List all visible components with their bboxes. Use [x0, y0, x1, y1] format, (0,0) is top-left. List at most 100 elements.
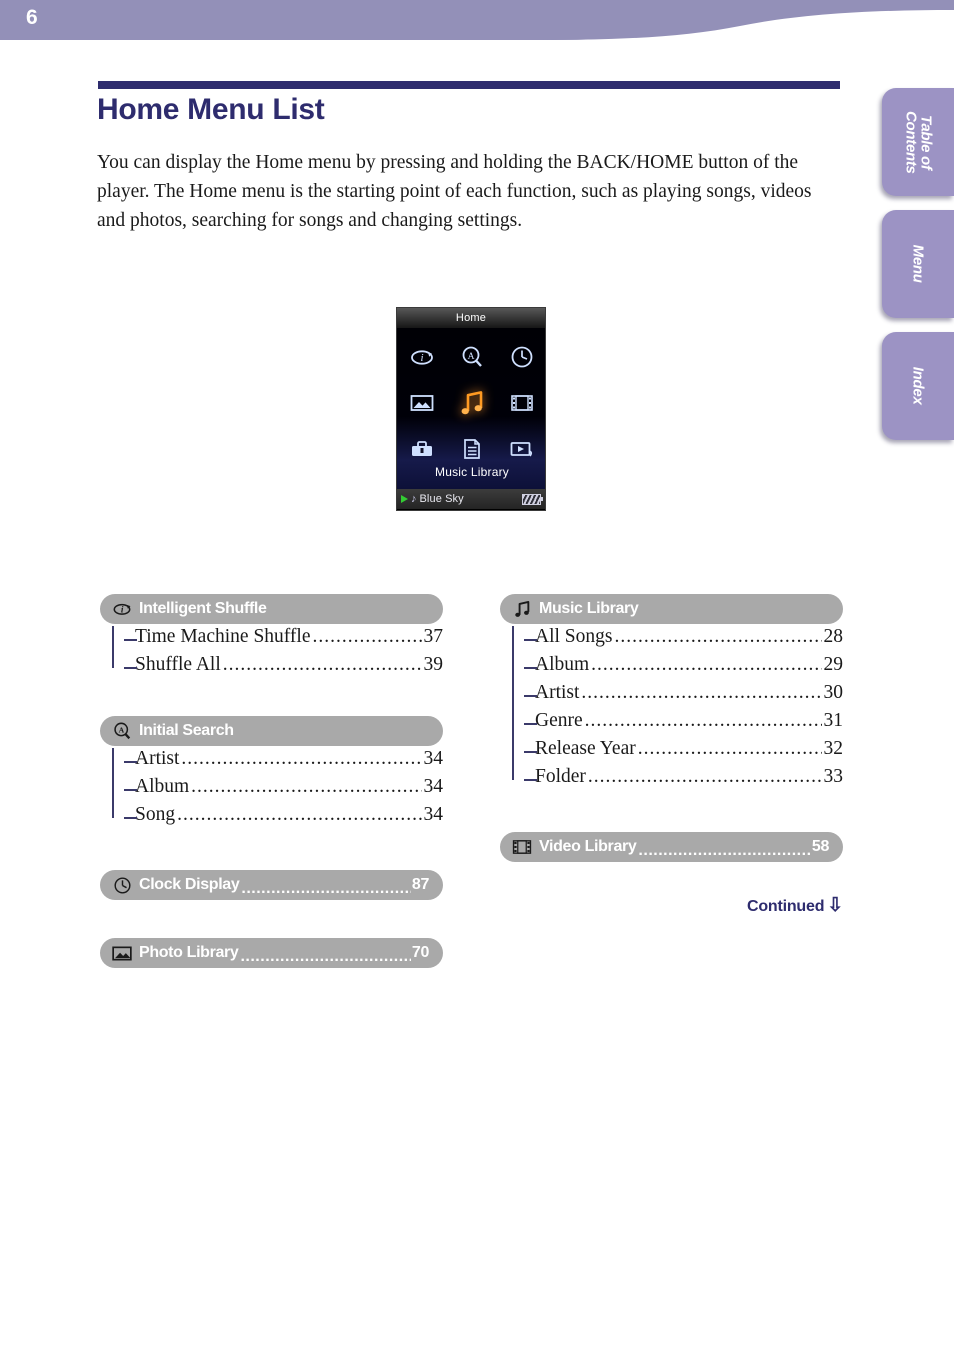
clock-display-icon: [112, 875, 132, 895]
list-item[interactable]: Time Machine Shuffle ...................…: [112, 626, 443, 654]
playlists-icon[interactable]: [457, 434, 487, 464]
group-header[interactable]: A Initial Search: [100, 716, 443, 746]
list-item[interactable]: Song ...................................…: [112, 804, 443, 832]
list-item[interactable]: Album ..................................…: [512, 654, 843, 682]
group-page: 70: [411, 944, 429, 961]
item-label: Genre: [535, 710, 583, 731]
item-label: Artist: [135, 748, 180, 769]
group-items: All Songs ..............................…: [500, 626, 843, 794]
item-label: Time Machine Shuffle: [135, 626, 311, 647]
group-header[interactable]: Photo Library ..........................…: [100, 938, 443, 968]
player-screenshot: Home i A Music Library ♪ Blue Sky: [396, 307, 546, 511]
item-label: All Songs: [535, 626, 613, 647]
group-title: Video Library: [539, 838, 637, 855]
group-title: Initial Search: [139, 722, 234, 739]
group-items: Time Machine Shuffle ...................…: [100, 626, 443, 682]
item-page: 28: [823, 626, 844, 647]
left-column: i Intelligent Shuffle Time Machine Shuff…: [100, 594, 443, 968]
side-tab-menu[interactable]: Menu: [882, 210, 954, 318]
item-page: 31: [823, 710, 844, 731]
continued-marker: Continued ⇩: [500, 894, 843, 917]
play-icon: [401, 495, 408, 503]
group-intelligent-shuffle: i Intelligent Shuffle Time Machine Shuff…: [100, 594, 443, 682]
right-column: Music Library All Songs ................…: [500, 594, 843, 862]
group-title: Intelligent Shuffle: [139, 600, 267, 617]
side-tab-label-line1: Index: [909, 367, 927, 405]
now-playing-icon[interactable]: [507, 434, 537, 464]
item-page: 30: [823, 682, 844, 703]
group-music-library: Music Library All Songs ................…: [500, 594, 843, 794]
photo-library-icon[interactable]: [407, 388, 437, 418]
list-item[interactable]: All Songs ..............................…: [512, 626, 843, 654]
item-page: 34: [423, 748, 444, 769]
leader-dots: ........................................…: [591, 654, 821, 675]
video-library-icon: [512, 837, 532, 857]
battery-icon: [522, 493, 543, 505]
initial-search-icon[interactable]: A: [457, 342, 487, 372]
leader-dots: ........................................…: [638, 842, 810, 858]
leader-dots: ........................................…: [312, 626, 422, 647]
page-title: Home Menu List: [97, 93, 325, 126]
leader-dots: ........................................…: [614, 626, 822, 647]
item-label: Release Year: [535, 738, 636, 759]
list-item[interactable]: Shuffle All ............................…: [112, 654, 443, 682]
list-item[interactable]: Genre ..................................…: [512, 710, 843, 738]
group-header[interactable]: Video Library ..........................…: [500, 832, 843, 862]
list-item[interactable]: Release Year ...........................…: [512, 738, 843, 766]
continued-label: Continued: [746, 898, 825, 915]
list-item[interactable]: Artist .................................…: [112, 748, 443, 776]
intro-paragraph: You can display the Home menu by pressin…: [97, 152, 812, 231]
list-item[interactable]: Folder .................................…: [512, 766, 843, 794]
item-page: 34: [423, 804, 444, 825]
item-label: Album: [535, 654, 590, 675]
music-library-icon[interactable]: [457, 388, 487, 418]
group-header[interactable]: i Intelligent Shuffle: [100, 594, 443, 624]
initial-search-icon: A: [112, 721, 132, 741]
group-title: Photo Library: [139, 944, 239, 961]
intelligent-shuffle-icon[interactable]: i: [407, 342, 437, 372]
svg-text:A: A: [119, 726, 125, 735]
device-screen-body: i A Music Library: [397, 328, 545, 489]
device-selected-label: Music Library: [435, 465, 509, 479]
group-page: 87: [411, 876, 429, 893]
item-page: 32: [823, 738, 844, 759]
group-title: Music Library: [539, 600, 639, 617]
svg-text:i: i: [121, 604, 124, 614]
page-header-band: 6: [0, 0, 954, 46]
group-video-library: Video Library ..........................…: [500, 832, 843, 862]
group-title: Clock Display: [139, 876, 240, 893]
video-library-icon[interactable]: [507, 388, 537, 418]
now-playing-track: Blue Sky: [419, 493, 464, 505]
list-item[interactable]: Artist .................................…: [512, 682, 843, 710]
group-initial-search: A Initial Search Artist ................…: [100, 716, 443, 832]
item-label: Folder: [535, 766, 586, 787]
side-tab-index[interactable]: Index: [882, 332, 954, 440]
down-arrow-icon: ⇩: [827, 895, 843, 916]
item-label: Shuffle All: [135, 654, 221, 675]
clock-display-icon[interactable]: [507, 342, 537, 372]
group-items: Artist .................................…: [100, 748, 443, 832]
music-library-icon: [512, 599, 532, 619]
group-header[interactable]: Clock Display ..........................…: [100, 870, 443, 900]
item-page: 37: [423, 626, 444, 647]
side-tab-label-line2: Contents: [901, 110, 919, 174]
leader-dots: ........................................…: [191, 776, 421, 797]
list-item[interactable]: Album ..................................…: [112, 776, 443, 804]
group-page: 58: [811, 838, 829, 855]
side-tab-label-line1: Table of: [917, 114, 935, 170]
svg-text:i: i: [420, 352, 423, 364]
group-header[interactable]: Music Library: [500, 594, 843, 624]
leader-dots: ........................................…: [181, 748, 421, 769]
leader-dots: ........................................…: [584, 710, 822, 731]
settings-icon[interactable]: [407, 434, 437, 464]
item-page: 34: [423, 776, 444, 797]
music-note-icon: ♪: [411, 493, 417, 505]
leader-dots: ........................................…: [581, 682, 821, 703]
photo-library-icon: [112, 943, 132, 963]
device-status-bar: ♪ Blue Sky: [397, 489, 545, 509]
leader-dots: ........................................…: [240, 948, 410, 964]
side-tab-table-of-contents[interactable]: Table of Contents: [882, 88, 954, 196]
